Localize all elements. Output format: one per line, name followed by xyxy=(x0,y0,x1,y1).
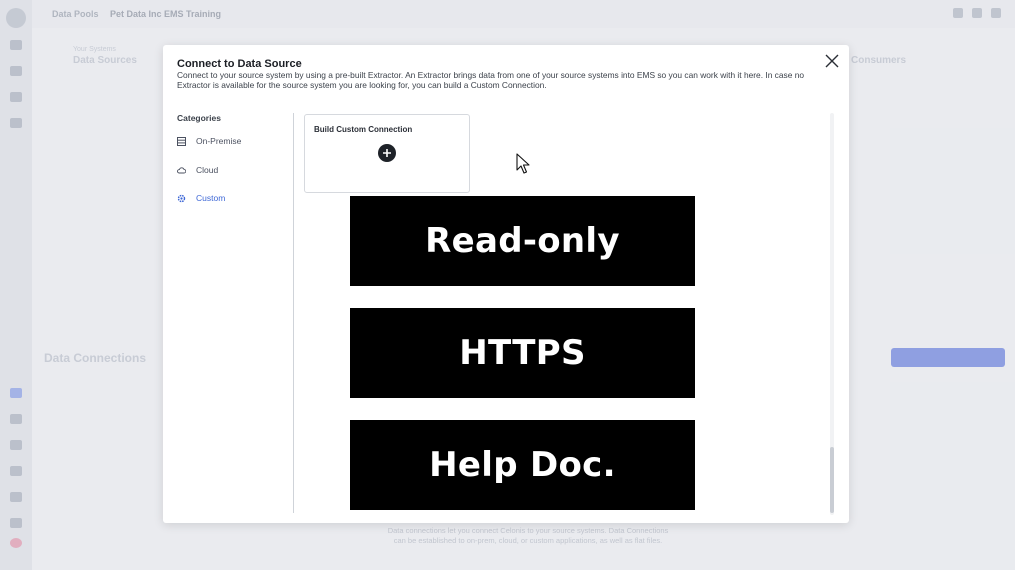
cloud-icon xyxy=(177,166,187,175)
category-cloud[interactable]: Cloud xyxy=(177,165,218,175)
read-only-overlay: Read-only xyxy=(350,196,695,286)
help-doc-overlay: Help Doc. xyxy=(350,420,695,510)
category-custom[interactable]: Custom xyxy=(177,193,225,203)
categories-heading: Categories xyxy=(177,113,221,123)
category-on-premise[interactable]: On-Premise xyxy=(177,136,241,146)
build-custom-connection-card[interactable]: Build Custom Connection xyxy=(304,114,470,193)
close-icon[interactable] xyxy=(825,54,839,68)
scrollbar-thumb[interactable] xyxy=(830,447,834,513)
plus-icon[interactable] xyxy=(378,144,396,162)
mouse-pointer-icon xyxy=(516,153,530,180)
extractor-list: Build Custom Connection Read-only HTTPS … xyxy=(294,113,832,515)
dialog-description: Connect to your source system by using a… xyxy=(177,70,805,90)
gear-icon xyxy=(177,194,186,203)
https-overlay: HTTPS xyxy=(350,308,695,398)
category-label: On-Premise xyxy=(196,136,242,146)
category-label: Custom xyxy=(196,193,226,203)
server-icon xyxy=(177,136,186,146)
card-label: Build Custom Connection xyxy=(314,125,413,134)
category-label: Cloud xyxy=(196,165,219,175)
connect-data-source-dialog: Connect to Data Source Connect to your s… xyxy=(163,45,849,523)
dialog-title: Connect to Data Source xyxy=(177,58,302,70)
